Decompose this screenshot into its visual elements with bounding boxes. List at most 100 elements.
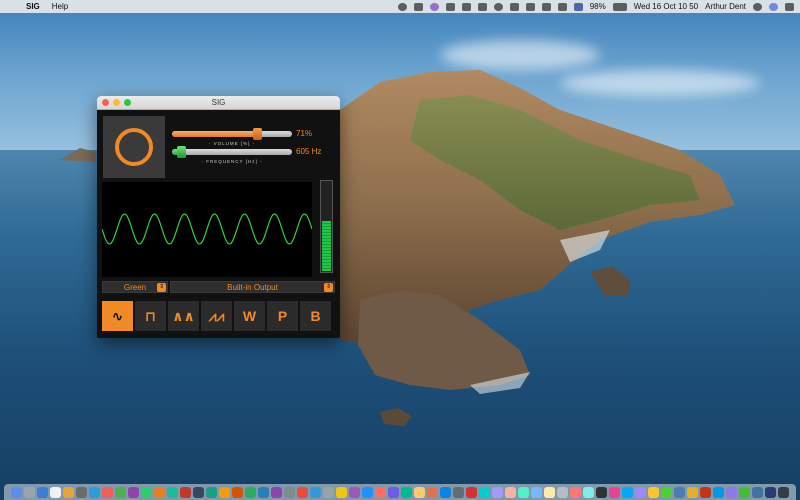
- dock-app-icon[interactable]: [284, 486, 295, 498]
- volume-slider-thumb[interactable]: [252, 128, 262, 140]
- dock-app-icon[interactable]: [375, 486, 386, 498]
- clock-datetime[interactable]: Wed 16 Oct 10 50: [634, 2, 698, 11]
- dock-app-icon[interactable]: [635, 486, 646, 498]
- network-icon[interactable]: [445, 2, 455, 11]
- dock-app-icon[interactable]: [505, 486, 516, 498]
- dock-app-icon[interactable]: [583, 486, 594, 498]
- menu-help[interactable]: Help: [52, 2, 68, 11]
- volume-icon[interactable]: [557, 2, 567, 11]
- dock-app-icon[interactable]: [622, 486, 633, 498]
- square-wave-button[interactable]: ⊓: [135, 301, 166, 331]
- dock-app-icon[interactable]: [427, 486, 438, 498]
- dock-app-icon[interactable]: [609, 486, 620, 498]
- dock-app-icon[interactable]: [258, 486, 269, 498]
- dock-app-icon[interactable]: [24, 486, 35, 498]
- output-device-select[interactable]: Built-in Output ⇕: [170, 281, 335, 293]
- dock-app-icon[interactable]: [89, 486, 100, 498]
- dock-app-icon[interactable]: [739, 486, 750, 498]
- play-stop-button[interactable]: [103, 116, 165, 178]
- user-name[interactable]: Arthur Dent: [705, 2, 746, 11]
- dock-app-icon[interactable]: [63, 486, 74, 498]
- sync-icon[interactable]: [413, 2, 423, 11]
- dock-app-icon[interactable]: [50, 486, 61, 498]
- dock-app-icon[interactable]: [492, 486, 503, 498]
- dock-app-icon[interactable]: [479, 486, 490, 498]
- dock-app-icon[interactable]: [726, 486, 737, 498]
- dock-app-icon[interactable]: [674, 486, 685, 498]
- dock-app-icon[interactable]: [349, 486, 360, 498]
- mail-icon[interactable]: [477, 2, 487, 11]
- zoom-button[interactable]: [124, 99, 131, 106]
- pink-noise-button[interactable]: P: [267, 301, 298, 331]
- triangle-wave-button[interactable]: ∧∧: [168, 301, 199, 331]
- frequency-slider-thumb[interactable]: [177, 146, 187, 158]
- sine-wave-button[interactable]: ∿: [102, 301, 133, 331]
- dock-app-icon[interactable]: [401, 486, 412, 498]
- dock-app-icon[interactable]: [193, 486, 204, 498]
- dock-app-icon[interactable]: [37, 486, 48, 498]
- dock-app-icon[interactable]: [713, 486, 724, 498]
- dock-app-icon[interactable]: [245, 486, 256, 498]
- trace-color-select[interactable]: Green ⇕: [102, 281, 168, 293]
- dock-app-icon[interactable]: [700, 486, 711, 498]
- dock-app-icon[interactable]: [232, 486, 243, 498]
- wifi-icon[interactable]: [541, 2, 551, 11]
- dock-app-icon[interactable]: [141, 486, 152, 498]
- dock-app-icon[interactable]: [440, 486, 451, 498]
- brown-noise-button[interactable]: B: [300, 301, 331, 331]
- search-icon[interactable]: [753, 2, 762, 11]
- dock-app-icon[interactable]: [154, 486, 165, 498]
- minimize-button[interactable]: [113, 99, 120, 106]
- dock-app-icon[interactable]: [323, 486, 334, 498]
- white-noise-button[interactable]: W: [234, 301, 265, 331]
- dock-app-icon[interactable]: [336, 486, 347, 498]
- dock-app-icon[interactable]: [167, 486, 178, 498]
- dock-app-icon[interactable]: [297, 486, 308, 498]
- volume-slider[interactable]: [172, 128, 292, 140]
- dock-app-icon[interactable]: [128, 486, 139, 498]
- dock-app-icon[interactable]: [180, 486, 191, 498]
- dock-app-icon[interactable]: [76, 486, 87, 498]
- dock-app-icon[interactable]: [778, 486, 789, 498]
- menu-app-name[interactable]: SIG: [26, 2, 40, 11]
- dock-app-icon[interactable]: [414, 486, 425, 498]
- dock-app-icon[interactable]: [453, 486, 464, 498]
- close-button[interactable]: [102, 99, 109, 106]
- dock-app-icon[interactable]: [102, 486, 113, 498]
- window-titlebar[interactable]: SIG: [97, 96, 340, 110]
- siri-icon[interactable]: [769, 2, 778, 11]
- dock-app-icon[interactable]: [206, 486, 217, 498]
- cloud-status-icon[interactable]: [397, 2, 407, 11]
- dock-app-icon[interactable]: [115, 486, 126, 498]
- frequency-slider[interactable]: [172, 146, 292, 158]
- dock-app-icon[interactable]: [570, 486, 581, 498]
- notification-center-icon[interactable]: [785, 2, 794, 11]
- dock-app-icon[interactable]: [648, 486, 659, 498]
- dock-app-icon[interactable]: [388, 486, 399, 498]
- app-status-icon[interactable]: [429, 2, 439, 11]
- dock-app-icon[interactable]: [661, 486, 672, 498]
- dock-app-icon[interactable]: [531, 486, 542, 498]
- bluetooth-icon[interactable]: [525, 2, 535, 11]
- dock-app-icon[interactable]: [765, 486, 776, 498]
- sig-window: SIG 71% - VOLUME [%] - 605 Hz - FREQUENC…: [97, 96, 340, 338]
- dock-app-icon[interactable]: [544, 486, 555, 498]
- dock-app-icon[interactable]: [596, 486, 607, 498]
- uk-flag-icon[interactable]: [573, 2, 583, 11]
- battery-icon[interactable]: [612, 2, 627, 11]
- dock-app-icon[interactable]: [687, 486, 698, 498]
- dock-app-icon[interactable]: [518, 486, 529, 498]
- dock-app-icon[interactable]: [752, 486, 763, 498]
- dock-app-icon[interactable]: [11, 486, 22, 498]
- dock-app-icon[interactable]: [271, 486, 282, 498]
- battery-percent[interactable]: 98%: [590, 2, 606, 11]
- dock-app-icon[interactable]: [466, 486, 477, 498]
- display-icon[interactable]: [461, 2, 471, 11]
- dock-app-icon[interactable]: [557, 486, 568, 498]
- clock-icon[interactable]: [493, 2, 503, 11]
- airplay-icon[interactable]: [509, 2, 519, 11]
- dock-app-icon[interactable]: [362, 486, 373, 498]
- dock-app-icon[interactable]: [310, 486, 321, 498]
- sawtooth-wave-button[interactable]: ⩘⩘: [201, 301, 232, 331]
- dock-app-icon[interactable]: [219, 486, 230, 498]
